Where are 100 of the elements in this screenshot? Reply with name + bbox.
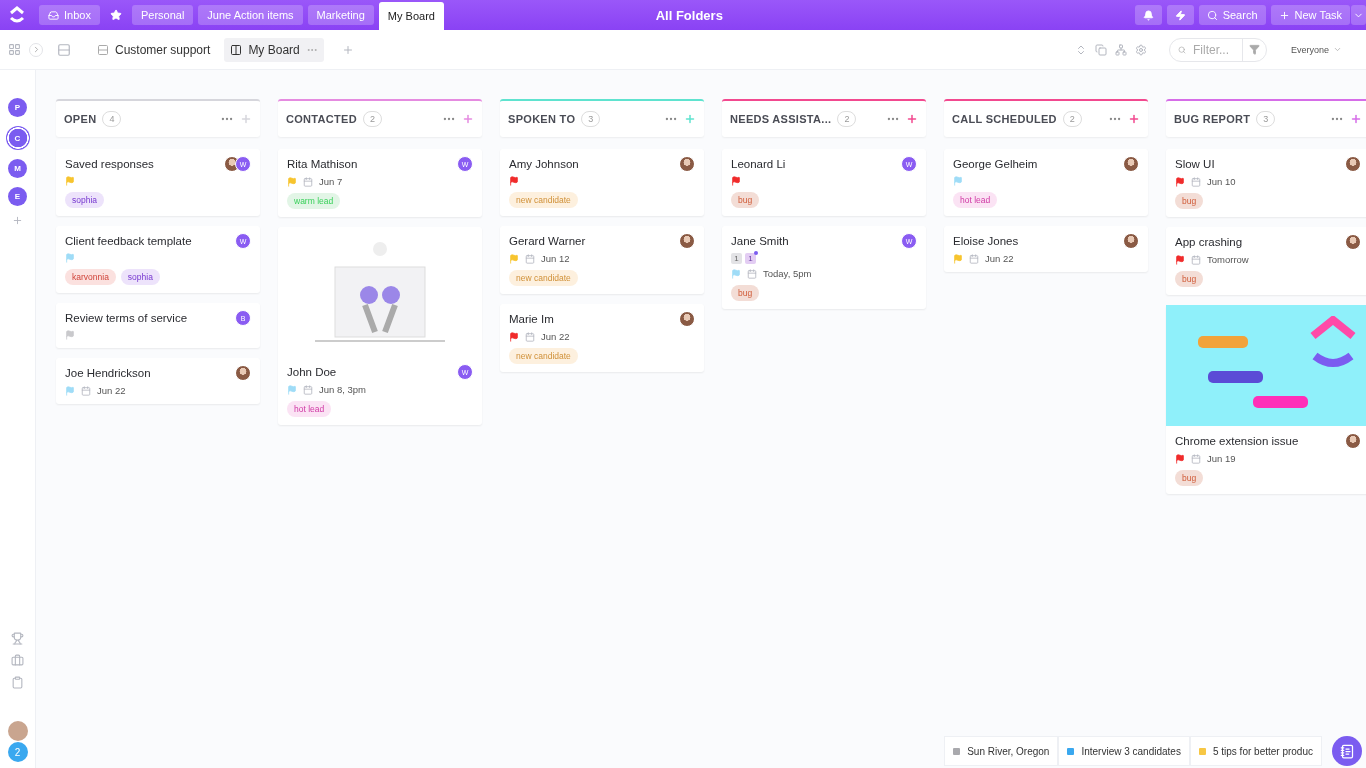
due-date: Jun 8, 3pm <box>319 384 366 395</box>
task-card[interactable]: Joe Hendrickson Jun 22 <box>56 358 260 404</box>
inbox-icon <box>48 9 59 21</box>
bell-icon <box>1142 9 1154 21</box>
task-title: App crashing <box>1175 236 1244 248</box>
briefcase-icon[interactable] <box>11 654 24 667</box>
task-card[interactable]: Eloise Jones Jun 22 <box>944 226 1148 272</box>
add-task-icon[interactable] <box>1128 113 1140 125</box>
hierarchy-icon[interactable] <box>1114 43 1127 56</box>
grid-icon[interactable] <box>8 43 21 56</box>
space-avatar[interactable]: P <box>8 98 27 117</box>
due-date: Jun 7 <box>319 176 343 187</box>
nav-tab[interactable]: My Board <box>378 2 444 30</box>
task-card[interactable]: Amy Johnson new candidate <box>500 149 704 216</box>
filter-input[interactable]: Filter... <box>1190 41 1237 58</box>
list-icon <box>97 43 109 56</box>
task-title: Saved responses <box>65 158 155 170</box>
calendar-icon <box>1191 176 1201 187</box>
counter-badge: 1 <box>745 253 756 264</box>
task-title: Eloise Jones <box>953 235 1020 247</box>
column-title: NEEDS ASSISTA... <box>730 113 832 125</box>
column-title: OPEN <box>64 113 97 125</box>
task-card[interactable]: App crashing Tomorrow bug <box>1166 227 1366 295</box>
avatar-photo <box>1345 234 1361 250</box>
calendar-icon <box>525 331 535 342</box>
task-title: Gerard Warner <box>509 235 587 247</box>
calendar-icon <box>1191 254 1201 265</box>
clipboard-icon[interactable] <box>11 676 24 689</box>
task-title: George Gelheim <box>953 158 1039 170</box>
assignee-dropdown[interactable]: Everyone <box>1284 43 1348 56</box>
task-title: Chrome extension issue <box>1175 435 1300 447</box>
task-title: Review terms of service <box>65 312 189 324</box>
space-avatar[interactable]: E <box>8 187 27 206</box>
task-title: Slow UI <box>1175 158 1216 170</box>
task-title: Joe Hendrickson <box>65 367 152 379</box>
funnel-icon <box>1248 44 1260 55</box>
tag: hot lead <box>953 192 998 208</box>
tray-item[interactable]: Interview 3 candidates <box>1058 736 1190 766</box>
avatar-photo <box>1345 433 1361 449</box>
due-date: Tomorrow <box>1207 254 1249 265</box>
task-title: Jane Smith <box>731 235 790 247</box>
add-view-icon[interactable] <box>341 43 354 56</box>
add-task-icon[interactable] <box>684 113 696 125</box>
calendar-icon <box>303 384 313 395</box>
task-card[interactable]: Slow UI Jun 10 bug <box>1166 149 1366 217</box>
tag: bug <box>731 285 760 301</box>
view-tab[interactable]: My Board <box>224 37 324 62</box>
task-title: Leonard Li <box>731 158 787 170</box>
tag: new candidate <box>509 348 578 364</box>
task-card[interactable]: Gerard Warner Jun 12 new candidate <box>500 226 704 294</box>
tag: warm lead <box>287 193 341 209</box>
tag: karvonnia <box>65 269 116 285</box>
trophy-icon[interactable] <box>11 632 24 645</box>
tray-item[interactable]: 5 tips for better produc <box>1189 736 1322 766</box>
calendar-icon <box>747 268 757 279</box>
task-card[interactable]: George Gelheim hot lead <box>944 149 1148 216</box>
view-tab[interactable]: Customer support <box>91 37 217 62</box>
due-date: Jun 22 <box>97 385 126 396</box>
notepad-button[interactable] <box>1332 736 1362 766</box>
add-space-icon[interactable] <box>12 215 23 226</box>
expand-button[interactable] <box>29 42 43 57</box>
plus-icon <box>1278 9 1290 21</box>
task-title: Client feedback template <box>65 235 193 247</box>
notifications-button[interactable] <box>1134 5 1162 25</box>
task-title: Marie Im <box>509 313 555 325</box>
counter-badge: 1 <box>731 253 742 264</box>
tray-item[interactable]: Sun River, Oregon <box>944 736 1059 766</box>
due-date: Jun 19 <box>1207 453 1236 464</box>
add-task-icon[interactable] <box>240 113 252 125</box>
list-icon[interactable] <box>57 42 71 57</box>
add-task-icon[interactable] <box>462 113 474 125</box>
copy-icon[interactable] <box>1094 43 1107 56</box>
tag: bug <box>1175 470 1204 486</box>
task-title: Amy Johnson <box>509 158 580 170</box>
add-task-icon[interactable] <box>1350 113 1362 125</box>
avatar-photo <box>1123 233 1139 249</box>
space-avatar[interactable]: M <box>8 159 27 178</box>
task-card[interactable]: Chrome extension issue Jun 19 bug <box>1166 305 1366 494</box>
tag: hot lead <box>287 401 332 417</box>
new-task-dropdown[interactable] <box>1351 5 1366 25</box>
space-avatar[interactable]: C <box>5 126 30 150</box>
avatar-photo <box>1345 156 1361 172</box>
column-title: SPOKEN TO <box>508 113 576 125</box>
settings-icon[interactable] <box>1134 43 1147 56</box>
tag: sophia <box>120 269 160 285</box>
lightning-button[interactable] <box>1166 5 1194 25</box>
add-task-icon[interactable] <box>906 113 918 125</box>
task-title: John Doe <box>287 366 338 378</box>
avatar-photo <box>1123 156 1139 172</box>
user-avatar[interactable] <box>7 721 28 741</box>
tag: new candidate <box>509 192 578 208</box>
due-date: Jun 22 <box>541 331 570 342</box>
avatar-photo <box>679 233 695 249</box>
due-date: Jun 22 <box>985 253 1014 264</box>
calendar-icon <box>969 253 979 264</box>
due-date: Today, 5pm <box>763 268 812 279</box>
board-icon <box>230 43 243 56</box>
search-icon <box>1206 9 1218 21</box>
avatar-photo <box>679 311 695 327</box>
task-card[interactable]: Marie Im Jun 22 new candidate <box>500 304 704 372</box>
